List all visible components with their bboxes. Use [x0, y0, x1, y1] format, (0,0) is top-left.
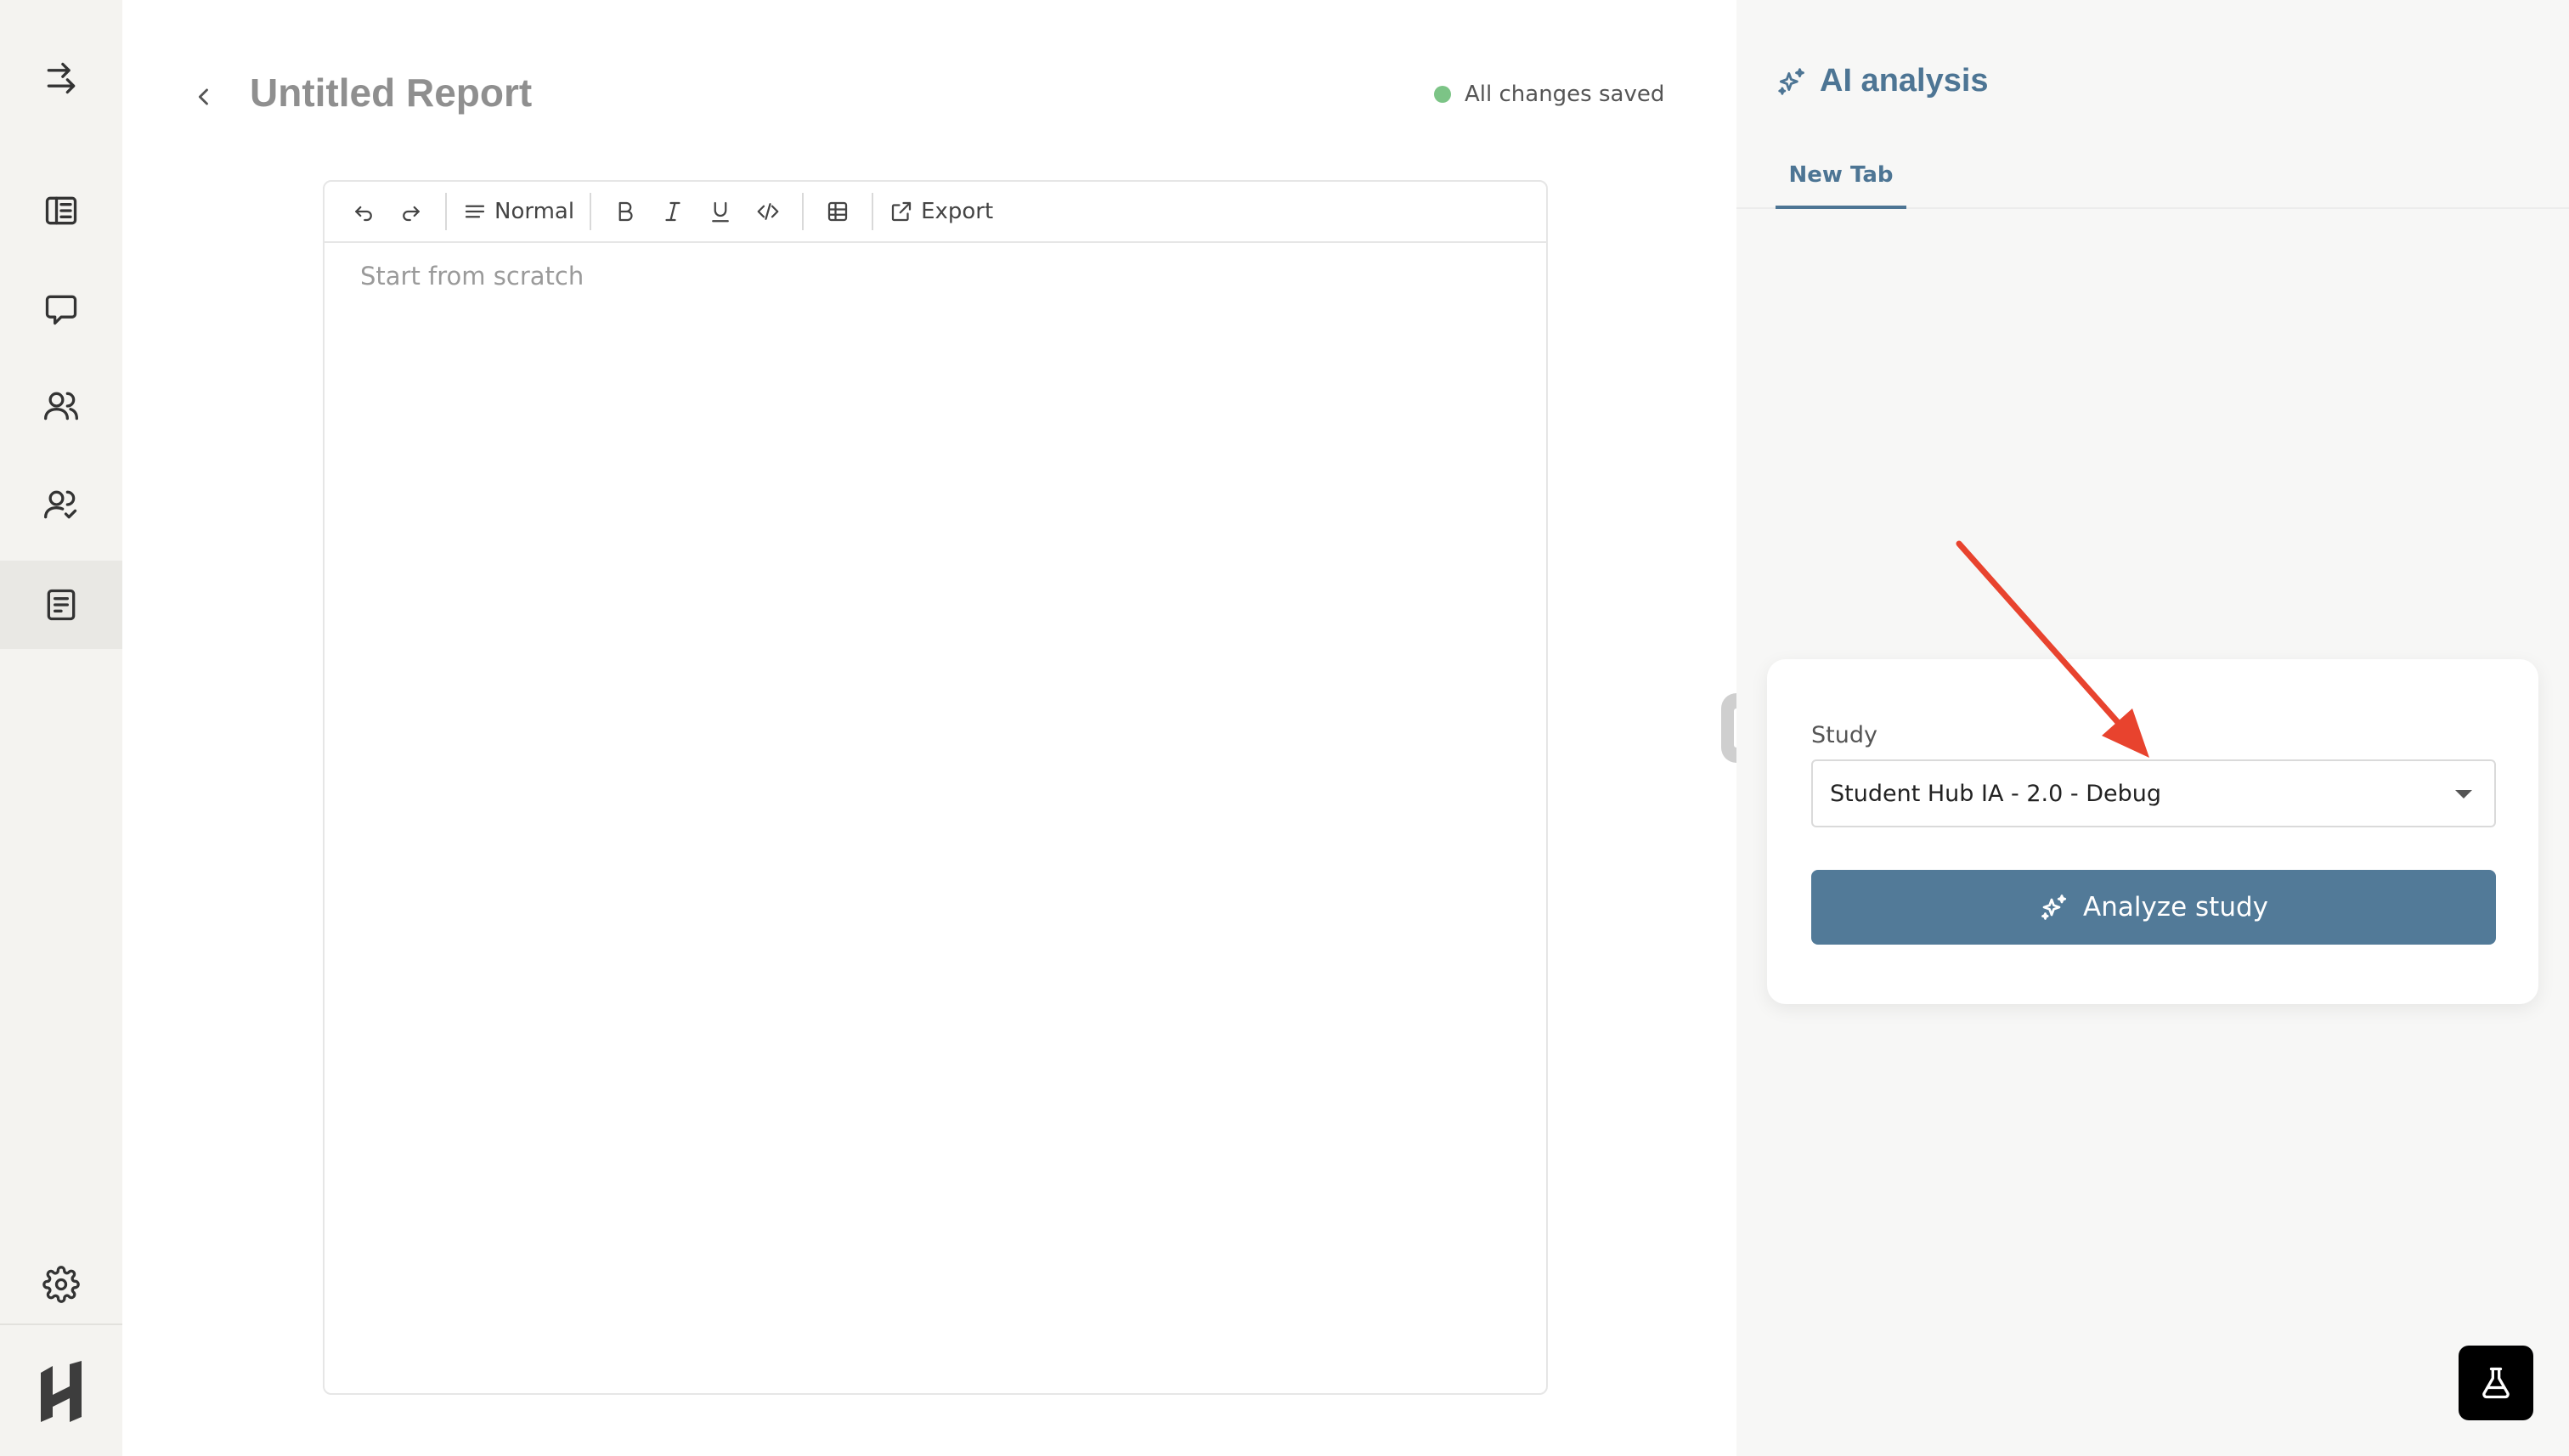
external-link-icon: [891, 201, 912, 222]
toolbar-divider: [872, 193, 874, 230]
code-button[interactable]: [744, 191, 792, 232]
text-style-label: Normal: [494, 199, 575, 224]
report-title[interactable]: Untitled Report: [250, 70, 532, 116]
caret-down-icon: [2455, 790, 2472, 799]
h-logo-icon[interactable]: [36, 1361, 87, 1422]
collapse-nav-button[interactable]: [0, 34, 122, 122]
arrow-right-expand-icon: [47, 62, 76, 94]
underline-button[interactable]: [697, 191, 744, 232]
sparkles-icon: [2041, 894, 2067, 920]
flask-icon: [2482, 1367, 2510, 1399]
italic-button[interactable]: [649, 191, 697, 232]
back-button[interactable]: [192, 78, 216, 116]
nav-item-reports[interactable]: [0, 561, 122, 649]
tab-new-tab[interactable]: New Tab: [1776, 144, 1906, 209]
insert-table-button[interactable]: [814, 191, 861, 232]
export-button[interactable]: Export: [884, 191, 998, 232]
export-label: Export: [921, 199, 994, 224]
chevron-left-icon: [198, 88, 208, 105]
nav-item-library[interactable]: [0, 166, 122, 255]
editor-toolbar: Normal Export: [325, 182, 1546, 243]
editor-placeholder: Start from scratch: [360, 262, 584, 291]
sparkles-icon: [1778, 67, 1804, 95]
undo-button[interactable]: [340, 191, 387, 232]
editor-content[interactable]: Start from scratch: [325, 243, 1546, 309]
study-field-label: Study: [1811, 722, 1877, 748]
gear-icon: [42, 1266, 80, 1303]
app-root: Untitled Report All changes saved Normal: [0, 0, 2569, 1456]
undo-icon: [355, 206, 372, 222]
bold-button[interactable]: [601, 191, 649, 232]
analyze-study-button[interactable]: Analyze study: [1811, 870, 2496, 945]
nav-item-chat[interactable]: [0, 265, 122, 353]
study-select-value: Student Hub IA - 2.0 - Debug: [1830, 780, 2161, 807]
nav-divider: [0, 1323, 122, 1325]
analyze-study-card: Study Student Hub IA - 2.0 - Debug Analy…: [1767, 659, 2538, 1004]
table-icon: [827, 201, 848, 222]
italic-icon: [665, 201, 680, 222]
bold-icon: [618, 201, 633, 222]
study-select[interactable]: Student Hub IA - 2.0 - Debug: [1811, 759, 2496, 827]
redo-button[interactable]: [387, 191, 435, 232]
text-style-dropdown[interactable]: Normal: [457, 191, 579, 232]
underline-icon: [712, 201, 729, 223]
ai-panel-header: AI analysis: [1776, 63, 1989, 99]
nav-item-verified-users[interactable]: [0, 460, 122, 549]
align-left-icon: [465, 205, 485, 218]
users-icon: [44, 392, 78, 420]
document-icon: [47, 589, 76, 621]
report-editor: Normal Export Start from scratch: [323, 180, 1548, 1395]
chat-bubble-icon: [45, 295, 77, 325]
book-icon: [45, 196, 77, 225]
left-nav: [0, 0, 122, 1456]
redo-icon: [403, 206, 420, 222]
analyze-study-label: Analyze study: [2083, 892, 2268, 923]
code-icon: [757, 203, 779, 220]
nav-item-participants[interactable]: [0, 362, 122, 450]
experiments-button[interactable]: [2459, 1346, 2533, 1420]
toolbar-divider: [445, 193, 447, 230]
user-check-icon: [44, 490, 77, 519]
settings-button[interactable]: [0, 1240, 122, 1329]
save-status-dot: [1434, 86, 1451, 103]
ai-analysis-panel: AI analysis New Tab Study Student Hub IA…: [1736, 0, 2569, 1456]
ai-tab-bar: New Tab: [1736, 144, 2569, 209]
toolbar-divider: [590, 193, 592, 230]
save-status-text: All changes saved: [1465, 82, 1665, 107]
toolbar-divider: [802, 193, 805, 230]
ai-panel-title: AI analysis: [1820, 63, 1989, 99]
save-status: All changes saved: [1434, 82, 1664, 107]
